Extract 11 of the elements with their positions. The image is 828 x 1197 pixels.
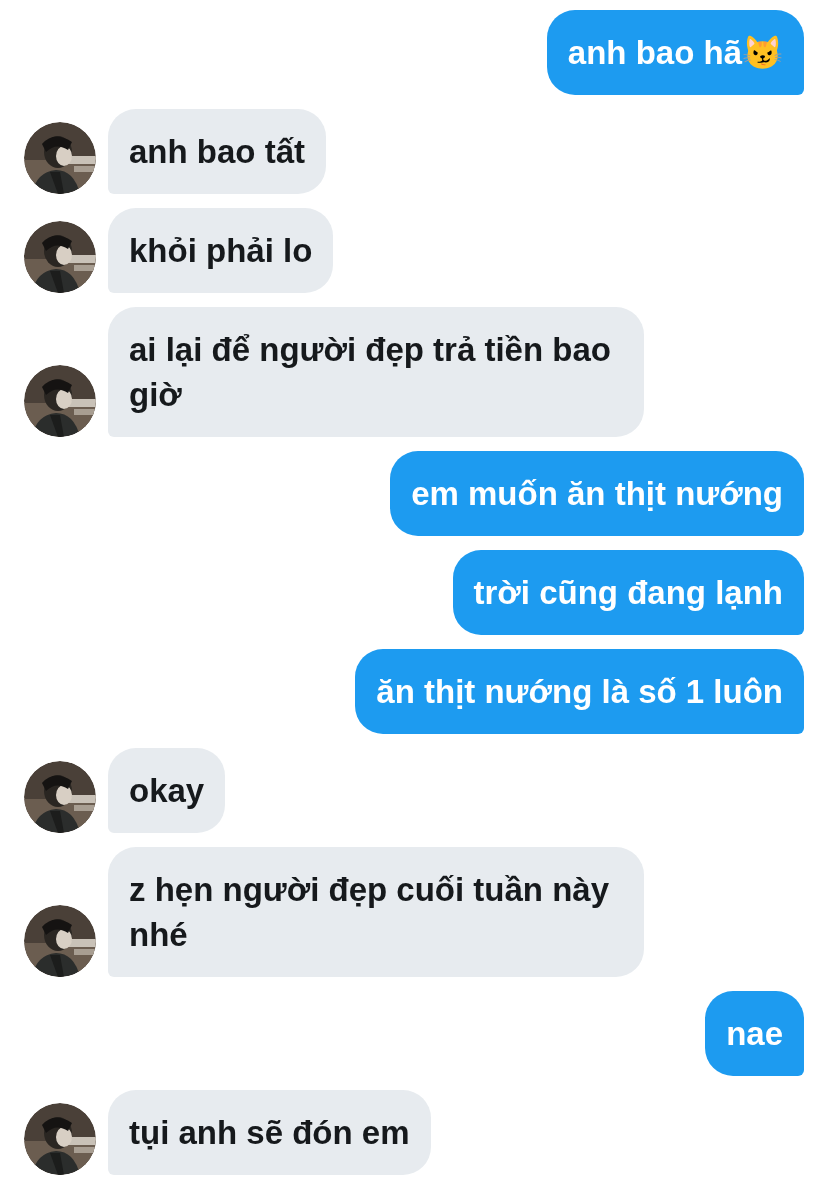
- message-bubble: anh bao hã😼: [546, 10, 804, 95]
- message-bubble: ăn thịt nướng là số 1 luôn: [355, 649, 804, 734]
- message-bubble: nae: [705, 991, 804, 1076]
- message-bubble: ai lại để người đẹp trả tiền bao giờ: [108, 307, 644, 437]
- message-bubble: okay: [108, 748, 226, 833]
- message-bubble: z hẹn người đẹp cuối tuần này nhé: [108, 847, 644, 977]
- message-bubble: anh bao tất: [108, 109, 326, 194]
- message-bubble: khỏi phải lo: [108, 208, 334, 293]
- message-bubble: em muốn ăn thịt nướng: [390, 451, 804, 536]
- message-bubble: tụi anh sẽ đón em: [108, 1090, 431, 1175]
- message-bubble: trời cũng đang lạnh: [452, 550, 804, 635]
